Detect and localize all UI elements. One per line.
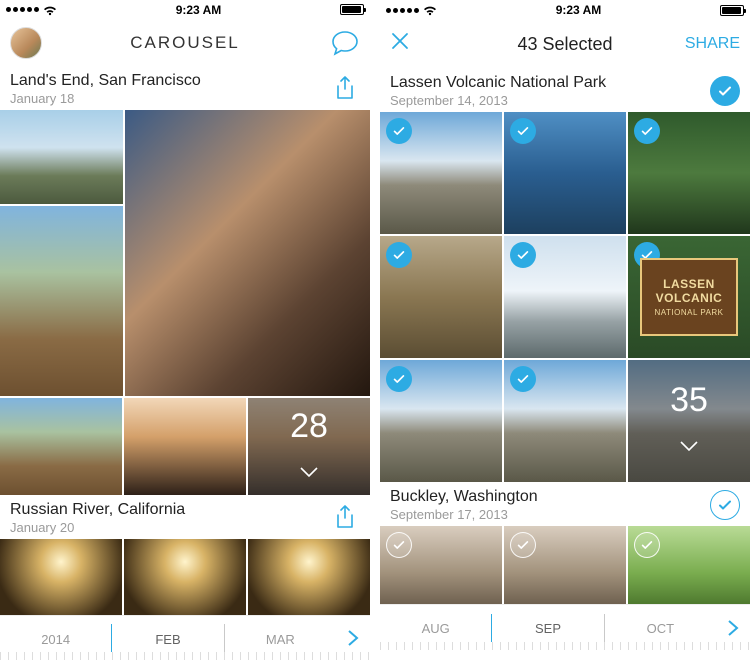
select-all-button[interactable] bbox=[710, 490, 740, 520]
section-date: January 18 bbox=[10, 91, 201, 106]
section-header: Lassen Volcanic National Park September … bbox=[380, 68, 750, 112]
section-location: Lassen Volcanic National Park bbox=[390, 74, 606, 92]
select-all-button[interactable] bbox=[710, 76, 740, 106]
nav-bar: CAROUSEL bbox=[0, 19, 370, 66]
section-date: September 17, 2013 bbox=[390, 507, 538, 522]
timeline-scrubber[interactable]: 2014 FEB MAR bbox=[0, 615, 370, 660]
more-count: 35 bbox=[670, 381, 708, 420]
check-circle-outline-icon bbox=[634, 532, 660, 558]
signal-dots-icon bbox=[386, 8, 419, 13]
check-circle-outline-icon bbox=[710, 490, 740, 520]
photo-thumbnail[interactable] bbox=[628, 112, 750, 234]
photo-thumbnail[interactable] bbox=[0, 110, 123, 204]
timeline-segment[interactable]: 2014 bbox=[0, 630, 111, 647]
photo-row: 28 bbox=[0, 398, 370, 495]
share-button[interactable] bbox=[330, 503, 360, 533]
photo-thumbnail[interactable]: LASSEN VOLCANIC NATIONAL PARK bbox=[628, 236, 750, 358]
status-time: 9:23 AM bbox=[556, 3, 602, 17]
photo-thumbnail[interactable] bbox=[380, 360, 502, 482]
photo-thumbnail-more[interactable]: 28 bbox=[248, 398, 370, 495]
photo-row bbox=[0, 539, 370, 615]
check-circle-outline-icon bbox=[510, 532, 536, 558]
photo-thumbnail[interactable] bbox=[0, 398, 122, 495]
timeline-segment[interactable]: AUG bbox=[380, 619, 491, 636]
photo-thumbnail[interactable] bbox=[628, 526, 750, 604]
timeline-next-button[interactable] bbox=[716, 619, 750, 637]
photo-grid: LASSEN VOLCANIC NATIONAL PARK 35 bbox=[380, 112, 750, 482]
photo-thumbnail[interactable] bbox=[125, 110, 370, 396]
check-circle-icon bbox=[634, 118, 660, 144]
share-button[interactable] bbox=[330, 74, 360, 104]
photo-thumbnail[interactable] bbox=[380, 526, 502, 604]
app-title: CAROUSEL bbox=[70, 33, 300, 53]
photo-row bbox=[380, 526, 750, 604]
timeline-segment[interactable]: OCT bbox=[605, 619, 716, 636]
share-button[interactable]: SHARE bbox=[685, 35, 740, 53]
timeline-ticks bbox=[0, 652, 370, 660]
chevron-down-icon bbox=[299, 448, 319, 487]
wifi-icon bbox=[423, 5, 437, 15]
close-button[interactable] bbox=[390, 30, 410, 58]
check-circle-icon bbox=[386, 242, 412, 268]
check-circle-icon bbox=[386, 366, 412, 392]
photo-thumbnail[interactable] bbox=[0, 539, 122, 615]
photo-grid bbox=[0, 110, 370, 396]
check-circle-icon bbox=[710, 76, 740, 106]
selection-count-title: 43 Selected bbox=[450, 34, 680, 55]
section-header: Land's End, San Francisco January 18 bbox=[0, 66, 370, 110]
timeline-segment[interactable]: FEB bbox=[112, 630, 223, 647]
chat-icon[interactable] bbox=[330, 29, 360, 57]
battery-icon bbox=[720, 5, 744, 16]
more-count-overlay: 28 bbox=[248, 398, 370, 495]
check-circle-icon bbox=[510, 118, 536, 144]
photo-thumbnail[interactable] bbox=[380, 236, 502, 358]
avatar[interactable] bbox=[10, 27, 42, 59]
check-circle-icon bbox=[510, 242, 536, 268]
section-date: September 14, 2013 bbox=[390, 93, 606, 108]
photo-thumbnail[interactable] bbox=[504, 112, 626, 234]
timeline-segment[interactable]: SEP bbox=[492, 619, 603, 636]
timeline-next-button[interactable] bbox=[336, 629, 370, 647]
status-bar: 9:23 AM bbox=[380, 0, 750, 20]
photo-thumbnail[interactable] bbox=[124, 398, 246, 495]
photo-thumbnail[interactable] bbox=[380, 112, 502, 234]
timeline-ticks bbox=[380, 642, 750, 650]
photo-thumbnail[interactable] bbox=[124, 539, 246, 615]
photo-thumbnail[interactable] bbox=[504, 236, 626, 358]
check-circle-icon bbox=[510, 366, 536, 392]
screen-carousel: 9:23 AM CAROUSEL Land's End, San Francis… bbox=[0, 0, 370, 660]
status-bar: 9:23 AM bbox=[0, 0, 370, 19]
check-circle-outline-icon bbox=[386, 532, 412, 558]
signal-dots-icon bbox=[6, 7, 39, 12]
more-count-overlay: 35 bbox=[628, 360, 750, 482]
photo-thumbnail[interactable] bbox=[504, 360, 626, 482]
chevron-down-icon bbox=[679, 422, 699, 461]
check-circle-icon bbox=[386, 118, 412, 144]
timeline-segment[interactable]: MAR bbox=[225, 630, 336, 647]
photo-thumbnail[interactable] bbox=[504, 526, 626, 604]
battery-icon bbox=[340, 4, 364, 15]
park-sign: LASSEN VOLCANIC NATIONAL PARK bbox=[640, 258, 738, 336]
photo-thumbnail[interactable] bbox=[0, 206, 123, 396]
section-date: January 20 bbox=[10, 520, 185, 535]
section-header: Russian River, California January 20 bbox=[0, 495, 370, 539]
section-header: Buckley, Washington September 17, 2013 bbox=[380, 482, 750, 526]
status-time: 9:23 AM bbox=[176, 3, 222, 17]
section-location: Russian River, California bbox=[10, 501, 185, 519]
nav-bar: 43 Selected SHARE bbox=[380, 20, 750, 68]
more-count: 28 bbox=[290, 407, 328, 446]
timeline-scrubber[interactable]: AUG SEP OCT bbox=[380, 604, 750, 650]
wifi-icon bbox=[43, 5, 57, 15]
section-location: Buckley, Washington bbox=[390, 488, 538, 506]
screen-selection: 9:23 AM 43 Selected SHARE Lassen Volcani… bbox=[380, 0, 750, 660]
photo-thumbnail[interactable] bbox=[248, 539, 370, 615]
photo-thumbnail-more[interactable]: 35 bbox=[628, 360, 750, 482]
section-location: Land's End, San Francisco bbox=[10, 72, 201, 90]
